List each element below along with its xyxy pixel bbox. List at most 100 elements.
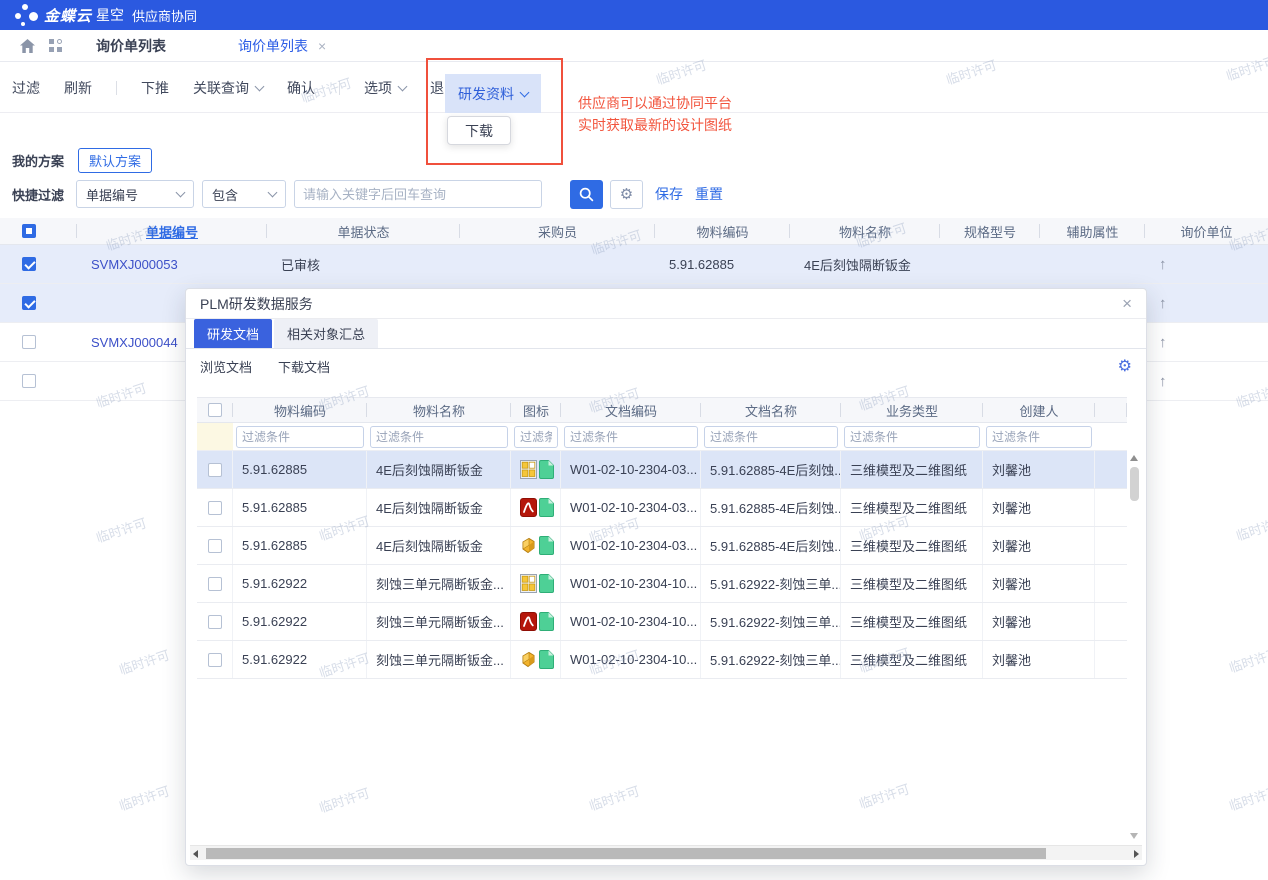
scroll-down-icon[interactable]	[1130, 833, 1138, 839]
scroll-up-icon[interactable]	[1130, 455, 1138, 461]
main-column-header[interactable]: 询价单位	[1145, 218, 1268, 244]
search-button[interactable]	[570, 180, 603, 209]
save-link[interactable]: 保存	[655, 184, 683, 204]
tab-inquiry-list[interactable]: 询价单列表 ×	[238, 36, 326, 56]
active-tab-label[interactable]: 询价单列表	[238, 36, 308, 56]
horizontal-scrollbar[interactable]	[190, 845, 1142, 860]
home-icon[interactable]	[20, 39, 35, 53]
creator-cell: 刘馨池	[983, 527, 1095, 564]
column-filter-input[interactable]	[564, 426, 698, 448]
toolbar-item[interactable]: 确认	[287, 78, 315, 98]
green-doc-icon	[539, 650, 554, 669]
download-menu-item[interactable]: 下载	[447, 116, 511, 145]
column-filter-input[interactable]	[704, 426, 838, 448]
document-row[interactable]: 5.91.62922 刻蚀三单元隔断钣金... W01-02-10-2304-1…	[197, 565, 1127, 603]
main-column-header[interactable]: 规格型号	[940, 218, 1040, 244]
table-row[interactable]: SVMXJ000053 已审核 5.91.62885 4E后刻蚀隔断钣金 ↑	[0, 245, 1268, 284]
horizontal-scroll-thumb[interactable]	[206, 848, 1046, 859]
column-filter-input[interactable]	[986, 426, 1092, 448]
tab-close-icon[interactable]: ×	[318, 38, 326, 54]
row-checkbox[interactable]	[208, 653, 222, 667]
plm-data-modal: PLM研发数据服务 × 研发文档 相关对象汇总 浏览文档 下载文档 ⚙ 物料编码…	[185, 288, 1147, 866]
material-name-cell: 4E后刻蚀隔断钣金	[367, 527, 511, 564]
filter-cell	[983, 423, 1095, 450]
chevron-down-icon	[176, 188, 186, 198]
up-arrow-icon[interactable]: ↑	[1159, 373, 1167, 390]
operator-select[interactable]: 包含	[202, 180, 286, 208]
bill-no-link[interactable]: SVMXJ000044	[91, 335, 178, 350]
document-row[interactable]: 5.91.62922 刻蚀三单元隔断钣金... W01-02-10-2304-1…	[197, 603, 1127, 641]
menu-label[interactable]: 询价单列表	[96, 36, 166, 56]
row-checkbox[interactable]	[22, 257, 36, 271]
main-column-header[interactable]: 单据编号	[77, 218, 267, 244]
row-checkbox[interactable]	[22, 374, 36, 388]
filter-settings-button[interactable]: ⚙	[610, 180, 643, 209]
toolbar-item[interactable]: 刷新	[64, 78, 92, 98]
download-document-button[interactable]: 下载文档	[278, 357, 330, 376]
toolbar-item[interactable]: 下推	[141, 78, 169, 98]
tab-rd-documents[interactable]: 研发文档	[194, 319, 272, 348]
main-column-header[interactable]: 采购员	[460, 218, 655, 244]
vertical-scrollbar[interactable]	[1128, 453, 1141, 841]
tab-related-objects[interactable]: 相关对象汇总	[274, 319, 378, 348]
biz-type-cell: 三维模型及二维图纸	[841, 489, 983, 526]
main-column-header[interactable]: 单据状态	[267, 218, 460, 244]
scroll-left-icon[interactable]	[193, 850, 198, 858]
document-row[interactable]: 5.91.62922 刻蚀三单元隔断钣金... W01-02-10-2304-1…	[197, 641, 1127, 679]
up-arrow-icon[interactable]: ↑	[1159, 334, 1167, 351]
gear-icon[interactable]: ⚙	[1118, 356, 1132, 376]
document-column-header[interactable]: 物料编码	[233, 398, 367, 422]
toolbar-item[interactable]: 选项	[364, 78, 406, 98]
up-arrow-icon[interactable]: ↑	[1159, 295, 1167, 312]
main-column-header[interactable]: 辅助属性	[1040, 218, 1145, 244]
filter-cell	[197, 423, 233, 450]
biz-type-cell: 三维模型及二维图纸	[841, 603, 983, 640]
column-filter-input[interactable]	[370, 426, 508, 448]
reset-link[interactable]: 重置	[695, 184, 723, 204]
document-row[interactable]: 5.91.62885 4E后刻蚀隔断钣金 W01-02-10-2304-03..…	[197, 489, 1127, 527]
document-column-header[interactable]: 文档编码	[561, 398, 701, 422]
document-column-header[interactable]: 文档名称	[701, 398, 841, 422]
main-column-header[interactable]: 物料编码	[655, 218, 790, 244]
row-checkbox[interactable]	[208, 577, 222, 591]
document-column-header[interactable]: 创建人	[983, 398, 1095, 422]
row-checkbox[interactable]	[208, 463, 222, 477]
doc-name-cell: 5.91.62885-4E后刻蚀...	[701, 489, 841, 526]
document-column-header[interactable]: 图标	[511, 398, 561, 422]
select-all-checkbox[interactable]	[208, 403, 222, 417]
vertical-scroll-thumb[interactable]	[1130, 467, 1139, 501]
field-select[interactable]: 单据编号	[76, 180, 194, 208]
modal-toolbar: 浏览文档 下载文档 ⚙	[186, 349, 1146, 383]
toolbar-items: 过滤刷新下推关联查询确认选项退出	[12, 78, 482, 98]
column-filter-input[interactable]	[844, 426, 980, 448]
row-checkbox[interactable]	[22, 335, 36, 349]
keyword-input[interactable]	[294, 180, 542, 208]
brand-name-suffix: 星空	[96, 5, 124, 25]
row-checkbox[interactable]	[208, 615, 222, 629]
column-filter-input[interactable]	[514, 426, 558, 448]
row-checkbox[interactable]	[208, 539, 222, 553]
filter-cell	[841, 423, 983, 450]
default-scheme-button[interactable]: 默认方案	[78, 148, 152, 173]
material-name-cell: 刻蚀三单元隔断钣金...	[367, 565, 511, 602]
rd-data-button[interactable]: 研发资料	[445, 74, 541, 113]
apps-grid-icon[interactable]	[49, 39, 62, 52]
toolbar-item[interactable]: 关联查询	[193, 78, 263, 98]
column-filter-input[interactable]	[236, 426, 364, 448]
row-checkbox[interactable]	[208, 501, 222, 515]
document-column-header[interactable]: 业务类型	[841, 398, 983, 422]
bill-no-link[interactable]: SVMXJ000053	[91, 257, 178, 272]
toolbar-item[interactable]: 过滤	[12, 78, 40, 98]
aux-attr-cell	[1040, 245, 1145, 283]
document-row[interactable]: 5.91.62885 4E后刻蚀隔断钣金 W01-02-10-2304-03..…	[197, 527, 1127, 565]
select-all-checkbox[interactable]	[22, 224, 36, 238]
filter-cell	[233, 423, 367, 450]
document-column-header[interactable]: 物料名称	[367, 398, 511, 422]
document-row[interactable]: 5.91.62885 4E后刻蚀隔断钣金 W01-02-10-2304-03..…	[197, 451, 1127, 489]
main-column-header[interactable]: 物料名称	[790, 218, 940, 244]
up-arrow-icon[interactable]: ↑	[1159, 256, 1167, 273]
scroll-right-icon[interactable]	[1134, 850, 1139, 858]
row-checkbox[interactable]	[22, 296, 36, 310]
browse-document-button[interactable]: 浏览文档	[200, 357, 252, 376]
close-icon[interactable]: ×	[1122, 294, 1132, 314]
